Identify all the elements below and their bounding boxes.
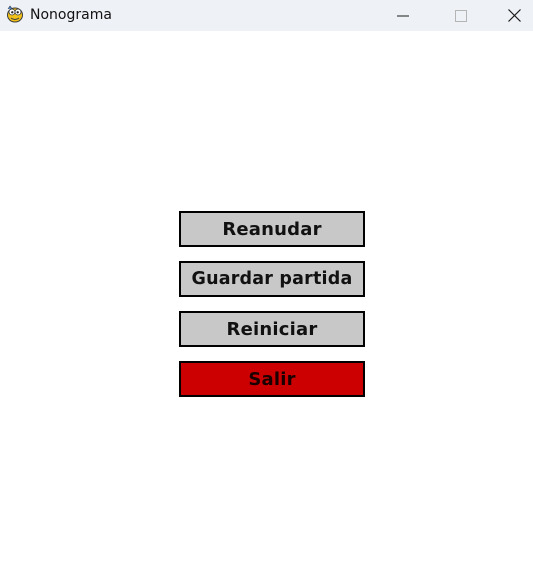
pygame-snake-icon bbox=[7, 5, 23, 23]
window-title: Nonograma bbox=[30, 7, 112, 23]
maximize-icon bbox=[455, 9, 467, 22]
maximize-button[interactable] bbox=[438, 0, 484, 31]
close-button[interactable] bbox=[496, 0, 533, 31]
title-bar[interactable]: Nonograma bbox=[0, 0, 533, 31]
minimize-button[interactable] bbox=[380, 0, 426, 31]
resume-button[interactable]: Reanudar bbox=[179, 211, 365, 247]
minimize-icon bbox=[397, 15, 409, 16]
app-window: Nonograma Reanudar Guardar partida Reini… bbox=[0, 0, 533, 583]
save-game-button[interactable]: Guardar partida bbox=[179, 261, 365, 297]
close-icon bbox=[508, 9, 521, 22]
restart-button[interactable]: Reiniciar bbox=[179, 311, 365, 347]
exit-button[interactable]: Salir bbox=[179, 361, 365, 397]
